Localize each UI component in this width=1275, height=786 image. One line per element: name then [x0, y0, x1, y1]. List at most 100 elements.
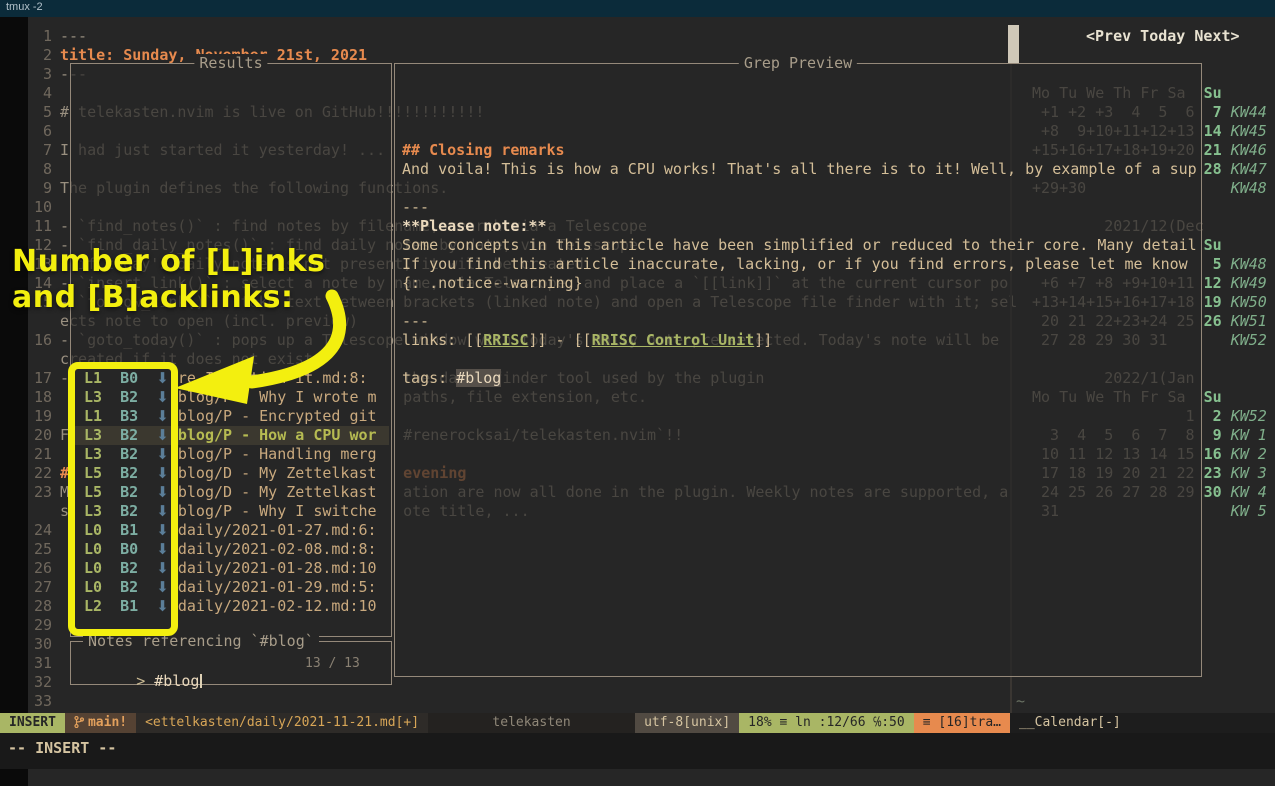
backlink-count-badge: B2: [120, 445, 138, 463]
link-count-badge: L0: [84, 540, 102, 558]
result-item[interactable]: L1 B0 ⬇ re I mention it.md:8:: [84, 369, 368, 388]
backlink-count-badge: B1: [120, 597, 138, 615]
backlink-count-badge: B1: [120, 521, 138, 539]
link-count-badge: L0: [84, 559, 102, 577]
result-filename: daily/2021-01-29.md:5:: [178, 578, 377, 596]
link-count-badge: L0: [84, 521, 102, 539]
result-filename: blog/P - Handling merg: [178, 445, 377, 463]
link-count-badge: L3: [84, 502, 102, 520]
preview-line: If you find this article inaccurate, lac…: [402, 255, 1188, 274]
c-link: RRISC: [483, 331, 528, 349]
link-count-badge: L1: [84, 407, 102, 425]
backlink-count-badge: B2: [120, 502, 138, 520]
down-arrow-icon: ⬇: [156, 426, 169, 444]
filetype: telekasten: [428, 713, 635, 733]
c-fg: If you find this article inaccurate, lac…: [402, 255, 1188, 273]
search-prompt[interactable]: > #blog: [82, 653, 202, 710]
tab-indicator: ≡ [16]tra…: [914, 713, 1010, 733]
cursor-position: 18% ≡ ln :12/66 ℅:50: [739, 713, 914, 733]
down-arrow-icon: ⬇: [156, 445, 169, 463]
scrollbar-thumb[interactable]: [1008, 25, 1019, 63]
preview-line: **Please note:**: [402, 217, 547, 236]
c-fg: ---: [402, 312, 429, 330]
result-item[interactable]: L0 B2 ⬇ daily/2021-01-29.md:5:: [84, 578, 377, 597]
result-item[interactable]: L1 B3 ⬇ blog/P - Encrypted git: [84, 407, 377, 426]
c-fg: links: [[: [402, 331, 483, 349]
result-filename: daily/2021-01-27.md:6:: [178, 521, 377, 539]
preview-line: {: .notice--warning}: [402, 274, 583, 293]
c-fg: ---: [402, 198, 429, 216]
c-fg: ]]: [754, 331, 772, 349]
down-arrow-icon: ⬇: [156, 502, 169, 520]
c-fg: tags:: [402, 369, 456, 387]
text-cursor: [200, 674, 202, 688]
file-path: <ettelkasten/daily/2021-11-21.md[+]: [136, 713, 428, 733]
result-filename: blog/P - Why I switche: [178, 502, 377, 520]
down-arrow-icon: ⬇: [156, 388, 169, 406]
c-fg: {: .notice--warning}: [402, 274, 583, 292]
result-item[interactable]: L0 B1 ⬇ daily/2021-01-27.md:6:: [84, 521, 377, 540]
backlink-count-badge: B0: [120, 540, 138, 558]
link-count-badge: L3: [84, 445, 102, 463]
down-arrow-icon: ⬇: [156, 540, 169, 558]
backlink-count-badge: B2: [120, 388, 138, 406]
down-arrow-icon: ⬇: [156, 464, 169, 482]
down-arrow-icon: ⬇: [156, 521, 169, 539]
backlink-count-badge: B2: [120, 426, 138, 444]
preview-line: ---: [402, 312, 429, 331]
result-filename: daily/2021-01-28.md:10: [178, 559, 377, 577]
mode-message: -- INSERT --: [8, 739, 116, 757]
prompt-input[interactable]: #blog: [154, 672, 199, 690]
result-filename: daily/2021-02-08.md:8:: [178, 540, 377, 558]
preview-line: ## Closing remarks: [402, 141, 565, 160]
link-count-badge: L2: [84, 597, 102, 615]
statusline: INSERTmain!<ettelkasten/daily/2021-11-21…: [0, 713, 1275, 733]
git-branch: main!: [65, 713, 136, 733]
c-link: RRISC Control Unit: [592, 331, 755, 349]
result-item[interactable]: L0 B0 ⬇ daily/2021-02-08.md:8:: [84, 540, 377, 559]
c-match: #blog: [456, 369, 501, 387]
c-fg: ]] - [[: [528, 331, 591, 349]
backlink-count-badge: B2: [120, 578, 138, 596]
calendar-statusline: __Calendar[-]: [1010, 713, 1275, 733]
result-item[interactable]: L5 B2 ⬇ blog/D - My Zettelkast: [84, 483, 377, 502]
terminal-window: { "tmux": { "title": "tmux -2" }, "color…: [0, 0, 1275, 786]
c-orange: ## Closing remarks: [402, 141, 565, 159]
preview-line: ---: [402, 198, 429, 217]
link-count-badge: L0: [84, 578, 102, 596]
result-filename: blog/D - My Zettelkast: [178, 483, 377, 501]
backlink-count-badge: B2: [120, 483, 138, 501]
tmux-session-title: tmux -2: [6, 1, 43, 13]
link-count-badge: L5: [84, 464, 102, 482]
result-item[interactable]: L5 B2 ⬇ blog/D - My Zettelkast: [84, 464, 377, 483]
backlink-count-badge: B3: [120, 407, 138, 425]
editor-screen: <Prev Today Next> ~ ~ 1---2title: Sunday…: [28, 17, 1275, 786]
tmux-status-bar: tmux -2: [0, 0, 1275, 17]
preview-line: And voila! This is how a CPU works! That…: [402, 160, 1197, 179]
encoding: utf-8[unix]: [635, 713, 739, 733]
result-item[interactable]: L0 B2 ⬇ daily/2021-01-28.md:10: [84, 559, 377, 578]
link-count-badge: L5: [84, 483, 102, 501]
result-filename: blog/P - Encrypted git: [178, 407, 377, 425]
result-filename: re I mention it.md:8:: [178, 369, 368, 387]
result-item[interactable]: L3 B2 ⬇ blog/P - Handling merg: [84, 445, 377, 464]
link-count-badge: L1: [84, 369, 102, 387]
backlink-count-badge: B2: [120, 559, 138, 577]
result-item[interactable]: L3 B2 ⬇ blog/P - Why I switche: [84, 502, 377, 521]
result-item[interactable]: L2 B1 ⬇ daily/2021-02-12.md:10: [84, 597, 377, 616]
down-arrow-icon: ⬇: [156, 407, 169, 425]
result-filename: blog/P - Why I wrote m: [178, 388, 377, 406]
command-line: -- INSERT --: [0, 733, 1275, 769]
result-item[interactable]: L3 B2 ⬇ blog/P - How a CPU wor: [84, 426, 377, 445]
down-arrow-icon: ⬇: [156, 578, 169, 596]
preview-line: tags: #blog: [402, 369, 501, 388]
c-fgb: **Please note:**: [402, 217, 547, 235]
down-arrow-icon: ⬇: [156, 559, 169, 577]
c-fg: Some concepts in this article have been …: [402, 236, 1197, 254]
c-fg: And voila! This is how a CPU works! That…: [402, 160, 1197, 178]
content-layer: > #blog 13 / 13 L1 B0 ⬇ re I mention it.…: [28, 17, 1275, 786]
result-filename: daily/2021-02-12.md:10: [178, 597, 377, 615]
down-arrow-icon: ⬇: [156, 483, 169, 501]
result-item[interactable]: L3 B2 ⬇ blog/P - Why I wrote m: [84, 388, 377, 407]
backlink-count-badge: B2: [120, 464, 138, 482]
